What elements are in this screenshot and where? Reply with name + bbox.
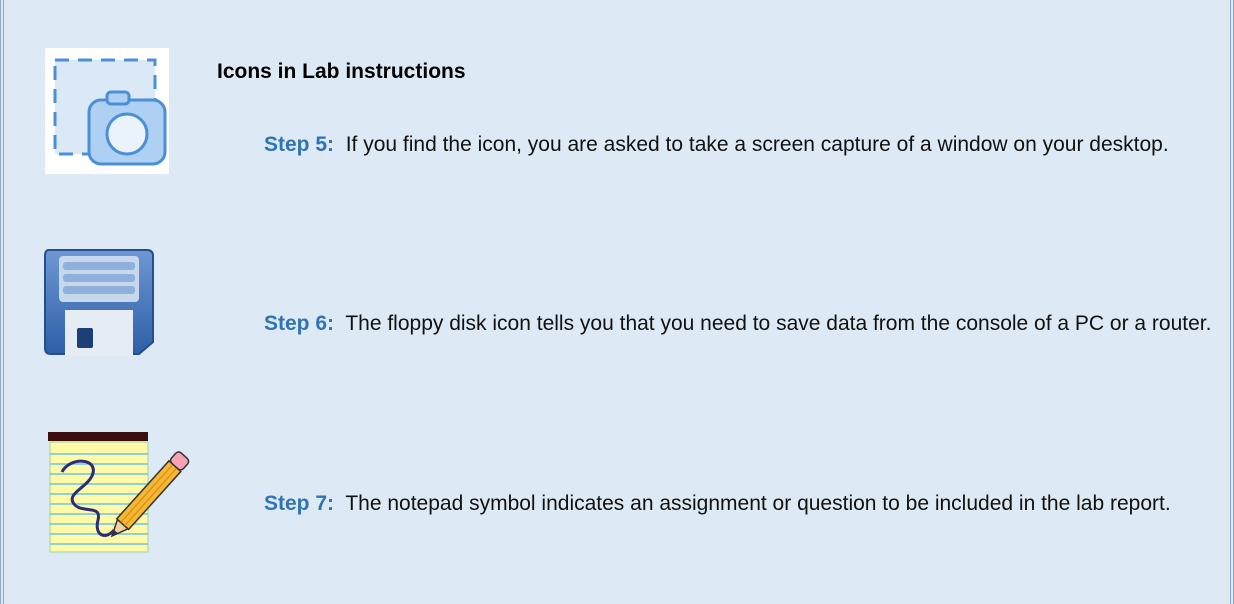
step-label: Step 7: [264,492,335,515]
step-label: Step 6: [264,312,335,335]
info-panel: Icons in Lab instructions Step 5: If you… [0,0,1234,604]
step-5-text: Step 5: If you find the icon, you are as… [264,129,1234,160]
floppy-disk-icon [44,249,154,356]
screen-capture-icon [45,48,169,174]
step-label: Step 5: [264,133,335,156]
step-description: The floppy disk icon tells you that you … [345,312,1212,335]
step-description: The notepad symbol indicates an assignme… [345,492,1171,515]
section-title: Icons in Lab instructions [217,60,466,83]
step-7-text: Step 7: The notepad symbol indicates an … [264,488,1234,519]
step-6-text: Step 6: The floppy disk icon tells you t… [264,308,1234,339]
step-description: If you find the icon, you are asked to t… [345,133,1169,156]
notepad-pencil-icon [48,432,190,553]
